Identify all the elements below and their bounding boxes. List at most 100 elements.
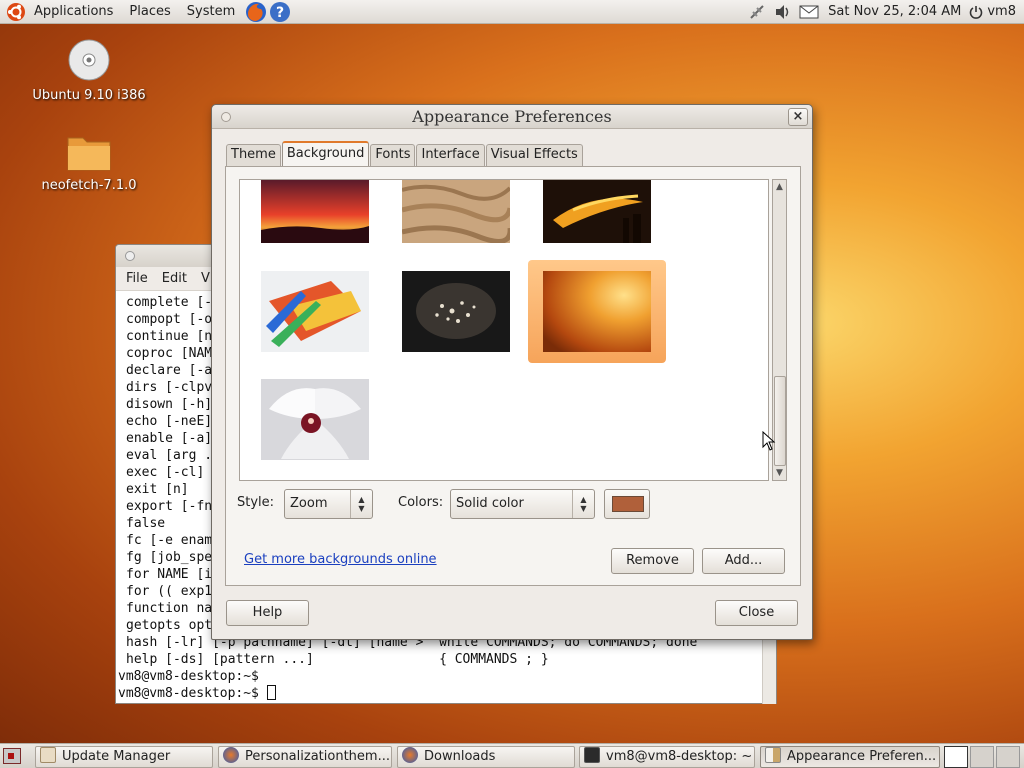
terminal-line: coproc [NAM [126,346,213,361]
text-cursor [266,685,276,700]
terminal-line: declare [-a [126,363,213,378]
task-personalization-firefox[interactable]: Personalizationthem... [218,746,392,768]
colors-label: Colors: [398,495,444,510]
menu-places[interactable]: Places [121,0,178,24]
workspace-1[interactable] [944,746,968,768]
terminal-line: for (( exp1 [126,584,213,599]
wallpaper-thumb[interactable] [402,271,510,352]
wallpaper-thumb[interactable] [261,180,369,243]
appearance-icon [765,747,781,763]
wallpaper-thumb[interactable] [402,180,510,243]
tab-visual-effects[interactable]: Visual Effects [485,144,583,166]
desktop-icon-label: Ubuntu 9.10 i386 [32,88,146,103]
desktop-icon-label: neofetch-7.1.0 [41,178,137,193]
task-label: Downloads [424,749,496,764]
terminal-line: echo [-neE] [126,414,213,429]
network-disconnected-icon[interactable] [744,0,770,24]
window-menu-icon[interactable] [125,251,135,261]
terminal-line: dirs [-clpv [126,380,213,395]
help-button[interactable]: Help [226,600,309,626]
terminal-line: false [126,516,166,531]
menu-system[interactable]: System [179,0,243,24]
user-name[interactable]: vm8 [985,0,1024,24]
menu-applications[interactable]: Applications [26,0,121,24]
task-update-manager[interactable]: Update Manager [35,746,213,768]
color-picker-button[interactable] [604,489,650,519]
workspace-2[interactable] [970,746,994,768]
updown-arrows-icon: ▲ ▼ [572,490,594,518]
wallpaper-thumb[interactable] [261,379,369,460]
power-icon[interactable] [967,0,985,24]
mail-icon[interactable] [796,0,822,24]
terminal-line: fg [job_spe [126,550,213,565]
wallpaper-thumb[interactable] [261,271,369,352]
terminal-menu-edit[interactable]: Edit [155,271,194,286]
desktop-icon-neofetch-folder[interactable]: neofetch-7.1.0 [30,132,148,193]
task-terminal[interactable]: vm8@vm8-desktop: ~ [579,746,755,768]
tab-theme[interactable]: Theme [226,144,281,166]
terminal-line: getopts opt [126,618,213,633]
dialog-titlebar[interactable]: Appearance Preferences × [212,105,812,129]
close-button[interactable]: Close [715,600,798,626]
appearance-preferences-dialog[interactable]: Appearance Preferences × Theme Backgroun… [211,104,813,640]
update-manager-icon [40,747,56,763]
task-downloads[interactable]: Downloads [397,746,575,768]
window-menu-icon[interactable] [221,112,231,122]
color-swatch [612,496,644,512]
top-panel: Applications Places System ? Sat Nov 25,… [0,0,1024,24]
terminal-line: eval [arg . [126,448,213,463]
style-select-value: Zoom [290,496,328,511]
add-button[interactable]: Add... [702,548,785,574]
terminal-line: exit [n] [126,482,189,497]
terminal-line: function na [126,601,213,616]
tab-fonts[interactable]: Fonts [370,144,416,166]
terminal-line: help [-ds] [pattern ...] { COMMANDS ; } [126,652,549,667]
terminal-prompt-current: vm8@vm8-desktop:~$ [118,685,764,702]
terminal-line: fc [-e enam [126,533,213,548]
wallpaper-thumb[interactable] [543,180,651,243]
terminal-menu-file[interactable]: File [116,271,155,286]
scrollbar-thumb[interactable] [774,376,786,466]
terminal-icon [584,747,600,763]
clock[interactable]: Sat Nov 25, 2:04 AM [822,0,967,24]
terminal-line: compopt [-o [126,312,213,327]
desktop-icon-ubuntu-cd[interactable]: Ubuntu 9.10 i386 [30,38,148,103]
folder-icon [67,137,111,171]
colors-select[interactable]: Solid color ▲ ▼ [450,489,595,519]
svg-text:?: ? [276,5,284,21]
remove-button[interactable]: Remove [611,548,694,574]
terminal-prompt: vm8@vm8-desktop:~$ [118,669,259,684]
terminal-line: enable [-a] [126,431,213,446]
system-tray: Sat Nov 25, 2:04 AM vm8 [744,0,1024,24]
task-label: Update Manager [62,749,171,764]
style-select[interactable]: Zoom ▲ ▼ [284,489,373,519]
ubuntu-logo-icon[interactable] [6,2,26,22]
show-desktop-icon[interactable] [3,748,21,764]
terminal-prompt-text: vm8@vm8-desktop:~$ [118,686,259,701]
bottom-panel: Update Manager Personalizationthem... Do… [0,743,1024,768]
task-label: vm8@vm8-desktop: ~ [606,749,753,764]
terminal-line: continue [n [126,329,213,344]
terminal-line: disown [-h] [126,397,213,412]
workspace-3[interactable] [996,746,1020,768]
scroll-down-arrow-icon[interactable]: ▼ [773,466,786,480]
close-window-icon[interactable]: × [788,108,808,126]
terminal-line: for NAME [i [126,567,213,582]
tab-bar: Theme Background Fonts Interface Visual … [226,141,584,166]
scroll-up-arrow-icon[interactable]: ▲ [773,180,786,194]
wallpaper-thumb-selected[interactable] [543,271,651,352]
firefox-icon [402,747,418,763]
volume-icon[interactable] [770,0,796,24]
task-appearance-preferences[interactable]: Appearance Preferen... [760,746,940,768]
tab-interface[interactable]: Interface [416,144,485,166]
mouse-pointer-icon [762,431,776,451]
help-launcher-icon[interactable]: ? [269,1,291,23]
task-label: Appearance Preferen... [787,749,937,764]
dialog-title: Appearance Preferences [412,107,612,126]
updown-arrows-icon: ▲ ▼ [350,490,372,518]
get-more-backgrounds-link[interactable]: Get more backgrounds online [244,552,437,567]
tab-background[interactable]: Background [281,141,370,166]
firefox-launcher-icon[interactable] [245,1,267,23]
wallpaper-grid[interactable] [239,179,769,481]
background-tab-panel: ▲ ▼ Style: Zoom ▲ ▼ Colors: Solid color ▲… [225,166,801,586]
